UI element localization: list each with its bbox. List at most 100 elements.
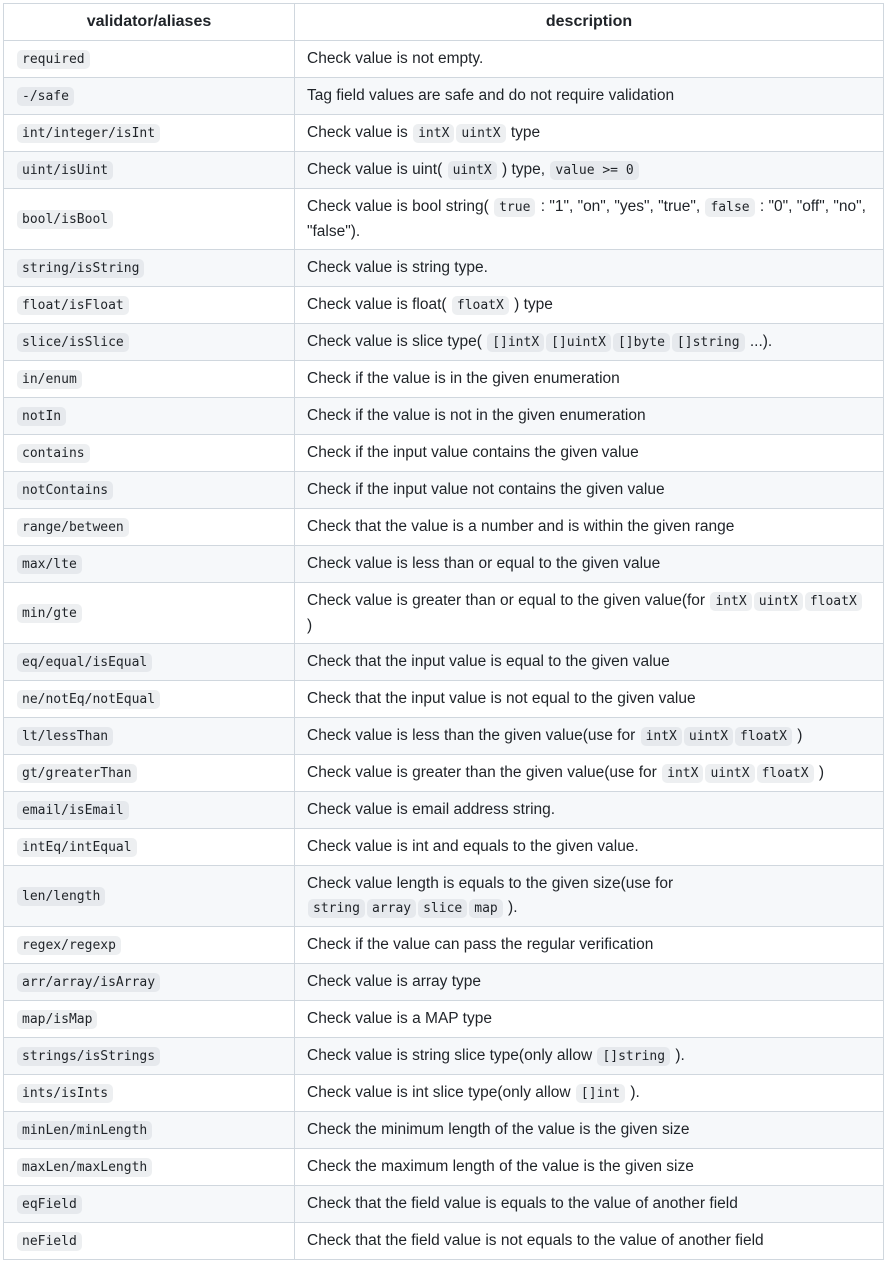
- validator-name: float/isFloat: [17, 295, 129, 315]
- description-text: Check that the value is a number and is …: [307, 518, 735, 535]
- description-text: Check value is slice type(: [307, 332, 487, 350]
- description-text: Check value is int slice type(only allow: [307, 1083, 575, 1101]
- table-row: eq/equal/isEqual Check that the input val…: [3, 643, 884, 681]
- validator-name: slice/isSlice: [17, 332, 129, 352]
- validator-cell: neField: [3, 1222, 295, 1260]
- description-cell: Check value is less than the given value…: [294, 717, 884, 755]
- validator-cell: range/between: [3, 508, 295, 546]
- description-text: Check that the field value is not equals…: [307, 1232, 764, 1249]
- description-text: Tag field values are safe and do not req…: [307, 87, 675, 104]
- description-cell: Check if the input value contains the gi…: [294, 434, 884, 472]
- validators-table: validator/aliases description required Ch…: [3, 3, 884, 1260]
- validator-cell: eq/equal/isEqual: [3, 643, 295, 681]
- description-text: Check if the input value contains the gi…: [307, 444, 639, 461]
- validator-name: gt/greaterThan: [17, 763, 137, 783]
- description-text: Check value length is equals to the give…: [307, 874, 674, 892]
- description-text: ...).: [745, 332, 773, 350]
- description-text: ): [307, 616, 313, 634]
- inline-code: []byte: [612, 332, 670, 352]
- inline-code: []int: [575, 1083, 626, 1103]
- table-row: contains Check if the input value contain…: [3, 434, 884, 472]
- validator-cell: intEq/intEqual: [3, 828, 295, 866]
- validator-cell: string/isString: [3, 249, 295, 287]
- table-row: max/lte Check value is less than or equal…: [3, 545, 884, 583]
- validator-cell: eqField: [3, 1185, 295, 1223]
- description-text: Check value is: [307, 123, 413, 141]
- validator-cell: float/isFloat: [3, 286, 295, 324]
- description-text: ): [814, 763, 825, 781]
- inline-code: uintX: [447, 160, 497, 180]
- table-row: minLen/minLength Check the minimum length…: [3, 1111, 884, 1149]
- description-cell: Check the maximum length of the value is…: [294, 1148, 884, 1186]
- validator-cell: uint/isUint: [3, 151, 295, 189]
- table-row: intEq/intEqual Check value is int and equ…: [3, 828, 884, 866]
- table-row: arr/array/isArray Check value is array ty…: [3, 963, 884, 1001]
- description-cell: Check value is array type: [294, 963, 884, 1001]
- description-cell: Check value is string type.: [294, 249, 884, 287]
- description-cell: Check value is int and equals to the giv…: [294, 828, 884, 866]
- description-text: type: [506, 123, 541, 141]
- table-row: len/length Check value length is equals t…: [3, 865, 884, 927]
- description-text: ).: [503, 898, 518, 916]
- validator-cell: minLen/minLength: [3, 1111, 295, 1149]
- inline-code: slice: [418, 898, 468, 918]
- description-cell: Check that the field value is equals to …: [294, 1185, 884, 1223]
- inline-code: floatX: [735, 726, 792, 746]
- inline-code: floatX: [804, 591, 862, 611]
- inline-code: false: [705, 197, 755, 217]
- validator-cell: maxLen/maxLength: [3, 1148, 295, 1186]
- description-text: Check if the value is not in the given e…: [307, 407, 646, 424]
- validator-name: notContains: [17, 480, 114, 500]
- validator-name: email/isEmail: [17, 800, 129, 820]
- header-description: description: [294, 3, 884, 41]
- inline-code: intX: [662, 763, 704, 783]
- description-cell: Check if the input value not contains th…: [294, 471, 884, 509]
- validator-cell: contains: [3, 434, 295, 472]
- description-text: ).: [626, 1083, 640, 1101]
- inline-code: value >= 0: [550, 160, 639, 180]
- validator-name: int/integer/isInt: [17, 123, 161, 143]
- validator-name: min/gte: [17, 603, 82, 623]
- description-cell: Check value is intX uintX type: [294, 114, 884, 152]
- table-row: in/enum Check if the value is in the give…: [3, 360, 884, 398]
- inline-code: map: [469, 898, 503, 918]
- table-row: uint/isUint Check value is uint( uintX ) …: [3, 151, 884, 189]
- validator-name: ne/notEq/notEqual: [17, 689, 161, 709]
- table-header-row: validator/aliases description: [3, 3, 884, 41]
- description-cell: Check value is uint( uintX ) type, value…: [294, 151, 884, 189]
- table-row: min/gte Check value is greater than or eq…: [3, 582, 884, 644]
- table-row: range/between Check that the value is a n…: [3, 508, 884, 546]
- validator-cell: in/enum: [3, 360, 295, 398]
- validator-cell: required: [3, 40, 295, 78]
- description-cell: Check that the field value is not equals…: [294, 1222, 884, 1260]
- description-text: Check if the input value not contains th…: [307, 481, 665, 498]
- description-text: Check value is string type.: [307, 259, 488, 276]
- description-text: Check the minimum length of the value is…: [307, 1121, 690, 1138]
- validator-cell: min/gte: [3, 582, 295, 644]
- inline-code: true: [494, 197, 536, 217]
- description-cell: Check value is greater than or equal to …: [294, 582, 884, 644]
- description-text: Check value is a MAP type: [307, 1010, 492, 1027]
- description-text: ).: [671, 1046, 685, 1064]
- validator-cell: slice/isSlice: [3, 323, 295, 361]
- validator-cell: map/isMap: [3, 1000, 295, 1038]
- inline-code: []intX: [487, 332, 545, 352]
- description-text: Check value is greater than the given va…: [307, 763, 662, 781]
- validator-name: contains: [17, 443, 90, 463]
- table-row: strings/isStrings Check value is string s…: [3, 1037, 884, 1075]
- description-text: Check that the field value is equals to …: [307, 1195, 738, 1212]
- description-cell: Check value is slice type( []intX []uintX…: [294, 323, 884, 361]
- table-row: notIn Check if the value is not in the gi…: [3, 397, 884, 435]
- validator-cell: strings/isStrings: [3, 1037, 295, 1075]
- validator-name: range/between: [17, 517, 129, 537]
- table-row: map/isMap Check value is a MAP type: [3, 1000, 884, 1038]
- validator-cell: gt/greaterThan: [3, 754, 295, 792]
- validator-cell: notContains: [3, 471, 295, 509]
- table-row: slice/isSlice Check value is slice type( …: [3, 323, 884, 361]
- inline-code: intX: [413, 123, 455, 143]
- description-cell: Check if the value is in the given enume…: [294, 360, 884, 398]
- description-cell: Check the minimum length of the value is…: [294, 1111, 884, 1149]
- validator-name: intEq/intEqual: [17, 837, 137, 857]
- table-row: maxLen/maxLength Check the maximum length…: [3, 1148, 884, 1186]
- description-text: Check that the input value is not equal …: [307, 690, 696, 707]
